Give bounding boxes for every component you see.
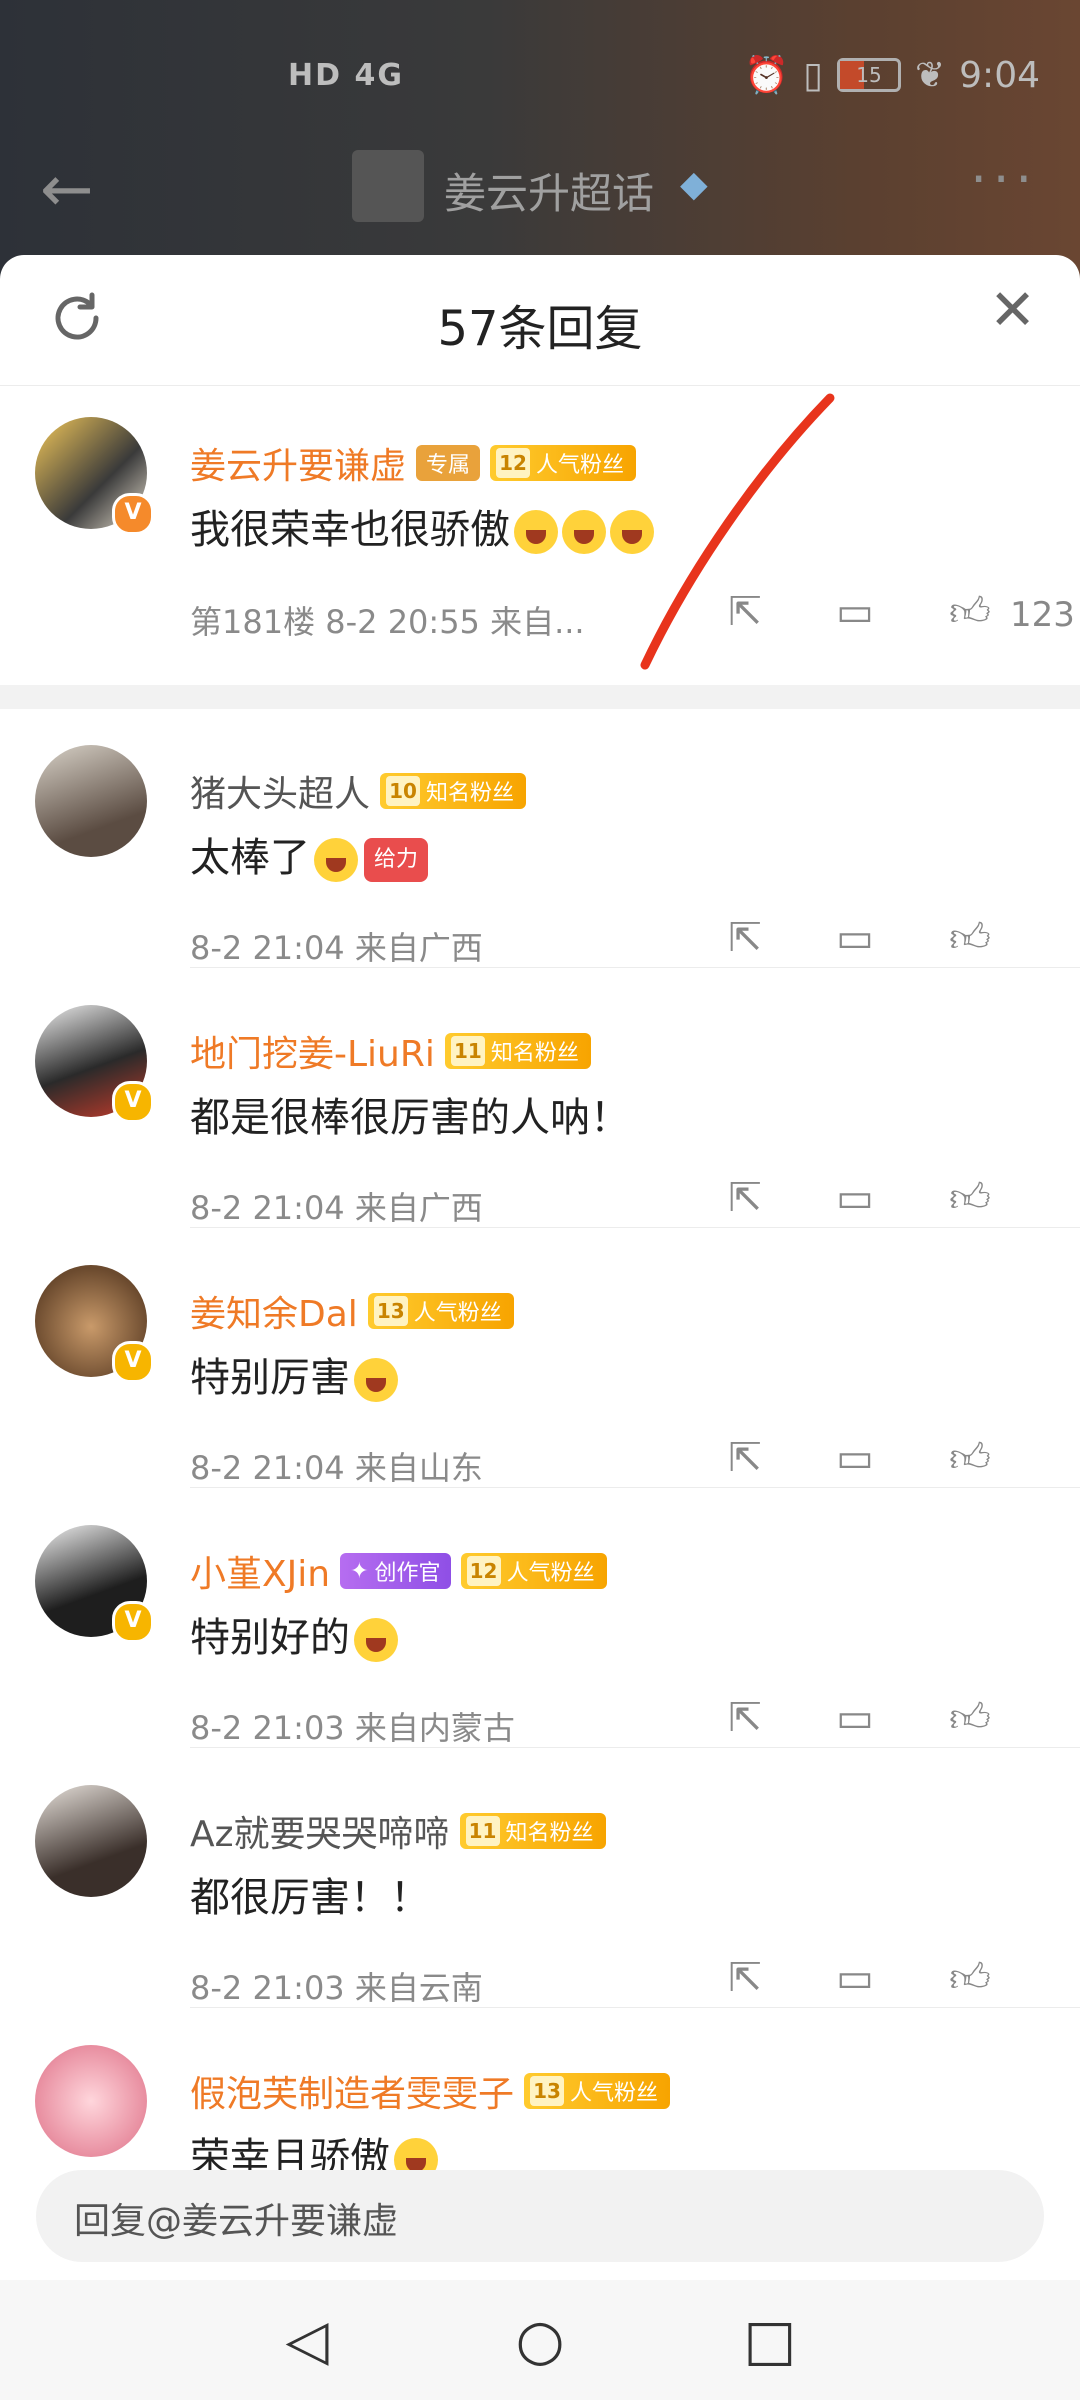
reply-icon[interactable]: ▭ — [830, 913, 880, 963]
fan-label: 知名粉丝 — [490, 1041, 579, 1066]
comment-actions: ⇱ ▭ 👍︎ — [680, 1693, 1080, 1753]
comment-text: 太棒了 给力 — [190, 825, 428, 883]
share-icon[interactable]: ⇱ — [720, 1433, 770, 1483]
comment-meta: 8-2 21:04 来自广西 — [190, 1189, 483, 1227]
share-icon[interactable]: ⇱ — [720, 1173, 770, 1223]
comment-actions: ⇱ ▭ 👍︎ — [680, 1953, 1080, 2013]
name-row: 姜知余Dal 13 人气粉丝 — [190, 1285, 514, 1337]
annotation-stroke-path — [640, 393, 835, 670]
divider — [190, 2007, 1080, 2008]
fan-badge: 11 知名粉丝 — [459, 1813, 606, 1849]
like-icon[interactable]: 👍︎ — [945, 1693, 995, 1743]
emoji-icon — [314, 838, 358, 882]
reply-icon[interactable]: ▭ — [830, 1433, 880, 1483]
fan-level: 13 — [373, 1296, 408, 1326]
emoji-icon — [354, 1358, 398, 1402]
nav-back-icon[interactable]: ◁ — [272, 2306, 342, 2376]
reply-item: Az就要哭哭啼啼 11 知名粉丝 都很厉害！！ 8-2 21:03 来自云南 ⇱ … — [0, 1785, 1080, 2025]
comment-text: 都是很棒很厉害的人呐！ — [190, 1095, 630, 1141]
username[interactable]: 假泡芙制造者雯雯子 — [190, 2065, 514, 2117]
name-row: 假泡芙制造者雯雯子 13 人气粉丝 — [190, 2065, 671, 2117]
creator-label: 创作官 — [374, 1561, 441, 1586]
fan-level: 11 — [465, 1816, 500, 1846]
like-icon[interactable]: 👍︎ — [945, 1953, 995, 2003]
username[interactable]: 姜知余Dal — [190, 1285, 358, 1337]
verified-icon: V — [112, 1341, 154, 1383]
like-icon[interactable]: 👍︎ — [945, 1433, 995, 1483]
fan-label: 人气粉丝 — [570, 2081, 659, 2106]
nav-recent-icon[interactable]: □ — [735, 2306, 805, 2376]
avatar[interactable] — [35, 2045, 147, 2157]
comment-actions: ⇱ ▭ 👍︎ — [680, 913, 1080, 973]
comment-text: 特别好的 — [190, 1605, 398, 1663]
nav-home-icon[interactable]: ○ — [505, 2306, 575, 2376]
navigation-bar: ◁ ○ □ — [0, 2280, 1080, 2400]
divider — [190, 1487, 1080, 1488]
share-icon[interactable]: ⇱ — [720, 1953, 770, 2003]
username[interactable]: Az就要哭哭啼啼 — [190, 1805, 450, 1857]
fan-level: 13 — [530, 2076, 565, 2106]
verified-icon: V — [112, 1081, 154, 1123]
creator-badge: ✦ 创作官 — [340, 1553, 451, 1589]
divider — [190, 1227, 1080, 1228]
fan-label: 知名粉丝 — [505, 1821, 594, 1846]
creator-star-icon: ✦ — [350, 1558, 369, 1584]
reply-icon[interactable]: ▭ — [830, 1693, 880, 1743]
annotation-stroke — [640, 393, 835, 670]
fan-badge: 11 知名粉丝 — [444, 1033, 591, 1069]
divider — [190, 967, 1080, 968]
comment-actions: ⇱ ▭ 👍︎ — [680, 1173, 1080, 1233]
comment-text: 特别厉害 — [190, 1345, 398, 1403]
reply-input[interactable]: 回复@姜云升要谦虚 — [36, 2170, 1044, 2262]
sticker-icon: 给力 — [364, 838, 428, 882]
avatar[interactable] — [35, 1785, 147, 1897]
comment-text-body: 特别厉害 — [190, 1355, 350, 1401]
username[interactable]: 小堇XJin — [190, 1545, 330, 1597]
comment-text-body: 太棒了 — [190, 835, 310, 881]
comment-meta: 8-2 21:04 来自广西 — [190, 929, 483, 967]
verified-icon: V — [112, 1601, 154, 1643]
comment-text: 都很厉害！！ — [190, 1875, 430, 1921]
share-icon[interactable]: ⇱ — [720, 913, 770, 963]
fan-badge: 13 人气粉丝 — [367, 1293, 514, 1329]
comment-actions: ⇱ ▭ 👍︎ — [680, 1433, 1080, 1493]
username[interactable]: 地门挖姜-LiuRi — [190, 1025, 435, 1077]
comment-meta: 8-2 21:03 来自云南 — [190, 1969, 483, 2007]
reply-item: 假泡芙制造者雯雯子 13 人气粉丝 荣幸且骄傲 — [0, 2045, 1080, 2185]
fan-level: 12 — [466, 1556, 501, 1586]
reply-icon[interactable]: ▭ — [830, 1173, 880, 1223]
divider — [190, 1747, 1080, 1748]
name-row: 地门挖姜-LiuRi 11 知名粉丝 — [190, 1025, 591, 1077]
like-icon[interactable]: 👍︎ — [945, 913, 995, 963]
like-icon[interactable]: 👍︎ — [945, 1173, 995, 1223]
reply-item: V 地门挖姜-LiuRi 11 知名粉丝 都是很棒很厉害的人呐！ 8-2 21:0… — [0, 1005, 1080, 1245]
reply-icon[interactable]: ▭ — [830, 1953, 880, 2003]
name-row: Az就要哭哭啼啼 11 知名粉丝 — [190, 1805, 606, 1857]
comment-meta: 8-2 21:04 来自山东 — [190, 1449, 483, 1487]
emoji-icon — [354, 1618, 398, 1662]
reply-item: V 小堇XJin ✦ 创作官 12 人气粉丝 特别好的 8-2 21:03 来自内蒙… — [0, 1525, 1080, 1765]
fan-label: 人气粉丝 — [413, 1301, 502, 1326]
share-icon[interactable]: ⇱ — [720, 1693, 770, 1743]
comment-meta: 8-2 21:03 来自内蒙古 — [190, 1709, 515, 1747]
fan-level: 11 — [450, 1036, 485, 1066]
reply-placeholder: 回复@姜云升要谦虚 — [74, 2201, 399, 2242]
comment-text-body: 特别好的 — [190, 1615, 350, 1661]
reply-item: V 姜知余Dal 13 人气粉丝 特别厉害 8-2 21:04 来自山东 ⇱ ▭ … — [0, 1265, 1080, 1505]
fan-badge: 13 人气粉丝 — [524, 2073, 671, 2109]
fan-label: 人气粉丝 — [506, 1561, 595, 1586]
name-row: 小堇XJin ✦ 创作官 12 人气粉丝 — [190, 1545, 607, 1597]
fan-badge: 12 人气粉丝 — [460, 1553, 607, 1589]
